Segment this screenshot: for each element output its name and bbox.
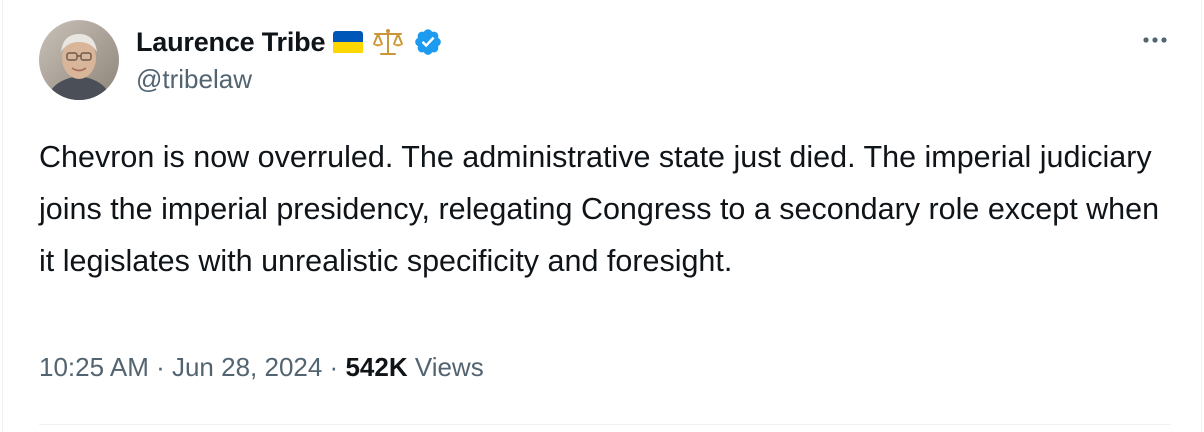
more-options-button[interactable] (1139, 24, 1171, 56)
avatar-image (39, 20, 119, 100)
tweet-metadata: 10:25 AM · Jun 28, 2024 · 542K Views (39, 352, 484, 383)
display-name[interactable]: Laurence Tribe (136, 27, 325, 58)
tweet-text: Chevron is now overruled. The administra… (39, 140, 1160, 278)
views-label: Views (407, 352, 484, 382)
views-count: 542K (345, 352, 408, 382)
more-horizontal-icon (1143, 37, 1167, 43)
verified-badge-icon[interactable] (413, 27, 443, 57)
balance-scale-icon (371, 27, 405, 57)
divider (39, 424, 1171, 425)
meta-separator: · (322, 352, 346, 382)
author-name-row: Laurence Tribe (136, 22, 443, 62)
author-handle[interactable]: @tribelaw (136, 64, 252, 95)
tweet-card: Laurence Tribe @tribelaw Chevron is now … (2, 0, 1202, 432)
ukraine-flag-icon (333, 31, 364, 53)
tweet-date[interactable]: Jun 28, 2024 (172, 352, 322, 383)
avatar[interactable] (39, 20, 119, 100)
tweet-time[interactable]: 10:25 AM (39, 352, 149, 383)
meta-separator: · (148, 352, 172, 382)
